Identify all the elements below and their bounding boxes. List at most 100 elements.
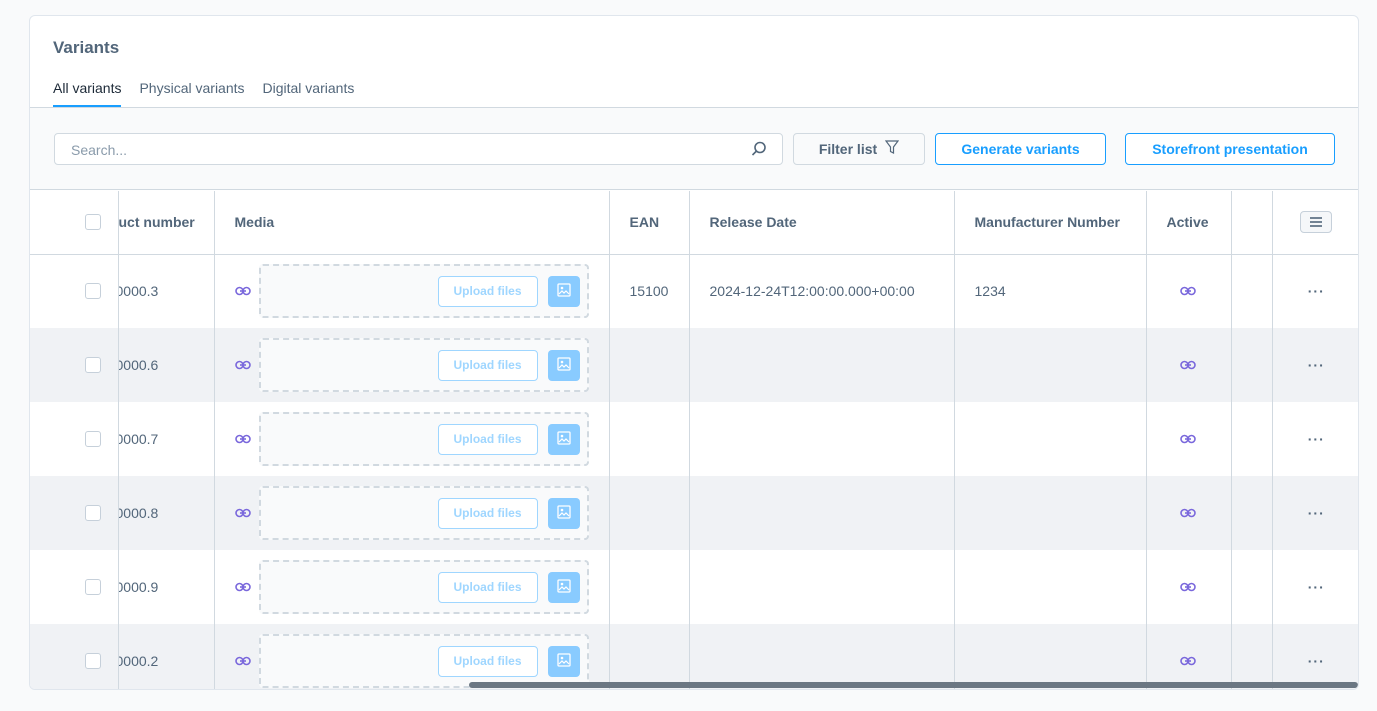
search-icon[interactable] [750,140,768,161]
table-row: 0000.6 Upload files ··· [30,328,1358,402]
active-inherit-link-icon[interactable] [1179,656,1196,666]
product-number-cell[interactable]: 0000.2 [117,624,215,689]
row-actions-icon[interactable]: ··· [1308,579,1325,595]
select-all-checkbox[interactable] [85,214,101,231]
column-active[interactable]: Active [1146,191,1232,255]
release-date-cell[interactable] [689,402,955,476]
table-row: 0000.3 Upload files 15100 2024-12-24T12:… [30,254,1358,328]
ean-cell[interactable] [609,328,690,402]
upload-files-button[interactable]: Upload files [437,423,538,455]
table-row: 0000.7 Upload files ··· [30,402,1358,476]
row-checkbox[interactable] [85,283,101,300]
product-number-cell[interactable]: 0000.3 [117,254,215,328]
inherit-link-icon[interactable] [234,360,251,370]
active-inherit-link-icon[interactable] [1179,508,1196,518]
upload-files-button[interactable]: Upload files [437,645,538,677]
row-actions-icon[interactable]: ··· [1308,431,1325,447]
row-actions-icon[interactable]: ··· [1308,653,1325,669]
search-input[interactable]: Search... [54,133,783,165]
tab-physical-variants[interactable]: Physical variants [139,80,244,107]
ean-cell[interactable] [609,624,690,689]
table-row: 0000.8 Upload files ··· [30,476,1358,550]
media-library-button[interactable] [547,349,580,381]
inherit-link-icon[interactable] [234,582,251,592]
product-number-cell[interactable]: 0000.6 [117,328,215,402]
active-inherit-link-icon[interactable] [1179,360,1196,370]
ean-cell[interactable] [609,476,690,550]
inherit-link-icon[interactable] [234,508,251,518]
active-inherit-link-icon[interactable] [1179,434,1196,444]
product-number-cell[interactable]: 0000.9 [117,550,215,624]
filter-label: Filter list [818,141,878,157]
upload-files-button[interactable]: Upload files [437,571,538,603]
media-library-button[interactable] [547,275,580,307]
release-date-cell[interactable] [689,476,955,550]
media-dropzone[interactable]: Upload files [258,412,589,466]
row-actions-icon[interactable]: ··· [1308,357,1325,373]
upload-files-button[interactable]: Upload files [437,497,538,529]
row-checkbox[interactable] [85,653,101,669]
image-icon [556,504,571,522]
image-icon [556,283,571,300]
row-actions-icon[interactable]: ··· [1308,505,1325,521]
table-row: 0000.2 Upload files ··· [30,624,1358,689]
column-media[interactable]: Media [214,191,610,255]
release-date-cell[interactable] [689,624,955,689]
filter-list-button[interactable]: Filter list [793,133,925,165]
row-actions-icon[interactable]: ··· [1308,283,1325,299]
product-number-cell[interactable]: 0000.8 [117,476,215,550]
row-checkbox[interactable] [85,357,101,373]
media-library-button[interactable] [547,571,580,603]
media-library-button[interactable] [547,423,580,455]
manufacturer-number-cell[interactable] [954,624,1147,689]
filter-icon [884,140,900,158]
variants-card: Variants All variants Physical variants … [29,15,1359,690]
tab-digital-variants[interactable]: Digital variants [263,80,355,107]
manufacturer-number-cell[interactable] [954,550,1147,624]
generate-variants-button[interactable]: Generate variants [935,133,1106,165]
ean-cell[interactable] [609,402,690,476]
active-inherit-link-icon[interactable] [1179,286,1196,296]
column-settings-button[interactable] [1300,211,1333,234]
image-icon [556,652,571,670]
media-dropzone[interactable]: Upload files [258,264,589,319]
row-checkbox[interactable] [85,431,101,447]
release-date-cell[interactable] [689,328,955,402]
media-dropzone[interactable]: Upload files [258,560,589,614]
active-inherit-link-icon[interactable] [1179,582,1196,592]
row-checkbox[interactable] [85,505,101,521]
manufacturer-number-cell[interactable]: 1234 [954,254,1147,328]
inherit-link-icon[interactable] [234,434,251,444]
manufacturer-number-cell[interactable] [954,402,1147,476]
media-dropzone[interactable]: Upload files [258,634,589,688]
image-icon [556,578,571,596]
upload-files-button[interactable]: Upload files [437,275,538,307]
release-date-cell[interactable] [689,550,955,624]
manufacturer-number-cell[interactable] [954,476,1147,550]
upload-files-button[interactable]: Upload files [437,349,538,381]
column-release-date[interactable]: Release Date [689,191,955,255]
product-number-cell[interactable]: 0000.7 [117,402,215,476]
release-date-cell[interactable]: 2024-12-24T12:00:00.000+00:00 [689,254,955,328]
media-dropzone[interactable]: Upload files [258,486,589,540]
column-product-number[interactable]: uct number [117,191,215,255]
inherit-link-icon[interactable] [234,286,251,296]
column-empty [1231,191,1273,255]
column-manufacturer-number[interactable]: Manufacturer Number [954,191,1147,255]
ean-cell[interactable] [609,550,690,624]
storefront-presentation-button[interactable]: Storefront presentation [1125,133,1335,165]
ean-cell[interactable]: 15100 [609,254,690,328]
media-library-button[interactable] [547,645,580,677]
variants-table: uct number Media EAN Release Date Manufa… [30,191,1358,689]
horizontal-scrollbar[interactable] [469,682,1358,688]
manufacturer-number-cell[interactable] [954,328,1147,402]
tab-all-variants[interactable]: All variants [53,80,122,107]
table-header: uct number Media EAN Release Date Manufa… [30,191,1358,255]
media-library-button[interactable] [547,497,580,529]
media-dropzone[interactable]: Upload files [258,338,589,392]
tabs: All variants Physical variants Digital v… [53,80,354,107]
inherit-link-icon[interactable] [234,656,251,666]
image-icon [556,430,571,448]
row-checkbox[interactable] [85,579,101,595]
column-ean[interactable]: EAN [609,191,690,255]
